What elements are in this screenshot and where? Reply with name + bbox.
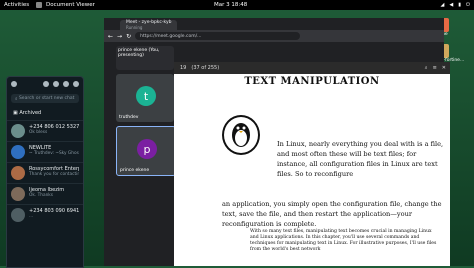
new-chat-icon[interactable] (63, 81, 69, 87)
document-viewer-icon (36, 2, 42, 8)
power-icon: ⏻ (466, 2, 470, 8)
avatar: t (136, 86, 156, 106)
paragraph: With so many text files, manipulating te… (250, 229, 437, 252)
avatar (11, 187, 25, 201)
whatsapp-window: ⌕ Search or start new chat ▣ Archived +2… (6, 76, 84, 268)
avatar (11, 124, 25, 138)
volume-icon: ◀ (449, 2, 454, 8)
clock[interactable]: Mar 3 18:48 (214, 2, 247, 8)
participant-tiles: prince ekene (You, presenting) t truthde… (116, 46, 176, 180)
chat-text: +234 806 012 5327 Ok bless (29, 124, 79, 138)
chat-text: +234 803 090 6941... (29, 208, 79, 222)
pdf-text-layer: In Linux, nearly everything you deal wit… (174, 62, 450, 266)
chat-list-item[interactable]: Rossycomfort EnterpriseThank you for con… (7, 162, 83, 183)
menu-icon[interactable] (73, 81, 79, 87)
top-bar: Activities Document Viewer Mar 3 18:48 ◢… (0, 0, 474, 10)
system-tray[interactable]: ◢ ◀ ▮ ⏻ (441, 2, 470, 8)
chat-list-item[interactable]: +234 803 090 6941... (7, 204, 83, 225)
chat-last-message: Ok. Thanks (29, 193, 54, 198)
chat-last-message: ~ Truthdev: ~Sky Ghost @Ro... (29, 151, 79, 156)
participant-name: truthdev (119, 115, 139, 120)
chat-text: Rossycomfort EnterpriseThank you for con… (29, 166, 79, 180)
reload-icon[interactable]: ↻ (126, 33, 131, 40)
forward-icon[interactable]: → (117, 33, 122, 40)
chat-text: NEWLITE~ Truthdev: ~Sky Ghost @Ro... (29, 145, 79, 159)
back-icon[interactable]: ← (108, 33, 113, 40)
chat-list: +234 806 012 5327 Ok bless NEWLITE ~ Truthd… (7, 120, 83, 225)
chat-last-message: Thank you for contacting Truche... (29, 172, 79, 177)
communities-icon[interactable] (43, 81, 49, 87)
avatar (11, 208, 25, 222)
chat-last-message: Ok bless (29, 130, 48, 135)
avatar[interactable] (11, 81, 17, 87)
paragraph: In Linux, nearly everything you deal wit… (277, 140, 444, 178)
paragraph: an application, you simply open the conf… (222, 200, 442, 228)
wifi-icon: ◢ (440, 2, 445, 8)
participant-name: prince ekene (120, 168, 150, 173)
whatsapp-header (7, 77, 83, 91)
chat-list-item[interactable]: +234 806 012 5327 Ok bless (7, 120, 83, 141)
chat-list-item[interactable]: NEWLITE~ Truthdev: ~Sky Ghost @Ro... (7, 141, 83, 162)
presenter-tile[interactable]: prince ekene (You, presenting) (116, 46, 174, 70)
status-icon[interactable] (53, 81, 59, 87)
avatar (11, 166, 25, 180)
app-menu[interactable]: Document Viewer (46, 2, 95, 8)
participant-tile[interactable]: t truthdev (116, 74, 174, 122)
search-input[interactable]: ⌕ Search or start new chat (11, 94, 79, 103)
tab-meet[interactable]: Meet - zye-bpkc-kyb Running (120, 20, 178, 30)
chat-list-item[interactable]: Ijeoma Ibezim Ok. Thanks (7, 183, 83, 204)
participant-tile[interactable]: p prince ekene (116, 126, 176, 176)
chat-last-message: ... (29, 214, 34, 219)
address-bar: ← → ↻ https://meet.google.com/... (104, 30, 444, 42)
tab-bar: Meet - zye-bpkc-kyb Running (104, 18, 444, 30)
avatar: p (137, 139, 157, 159)
archived-row[interactable]: ▣ Archived (7, 106, 83, 120)
activities-button[interactable]: Activities (4, 2, 29, 8)
avatar (11, 145, 25, 159)
url-field[interactable]: https://meet.google.com/... (135, 32, 301, 40)
battery-icon: ▮ (458, 2, 462, 8)
chat-text: Ijeoma Ibezim Ok. Thanks (29, 187, 64, 201)
